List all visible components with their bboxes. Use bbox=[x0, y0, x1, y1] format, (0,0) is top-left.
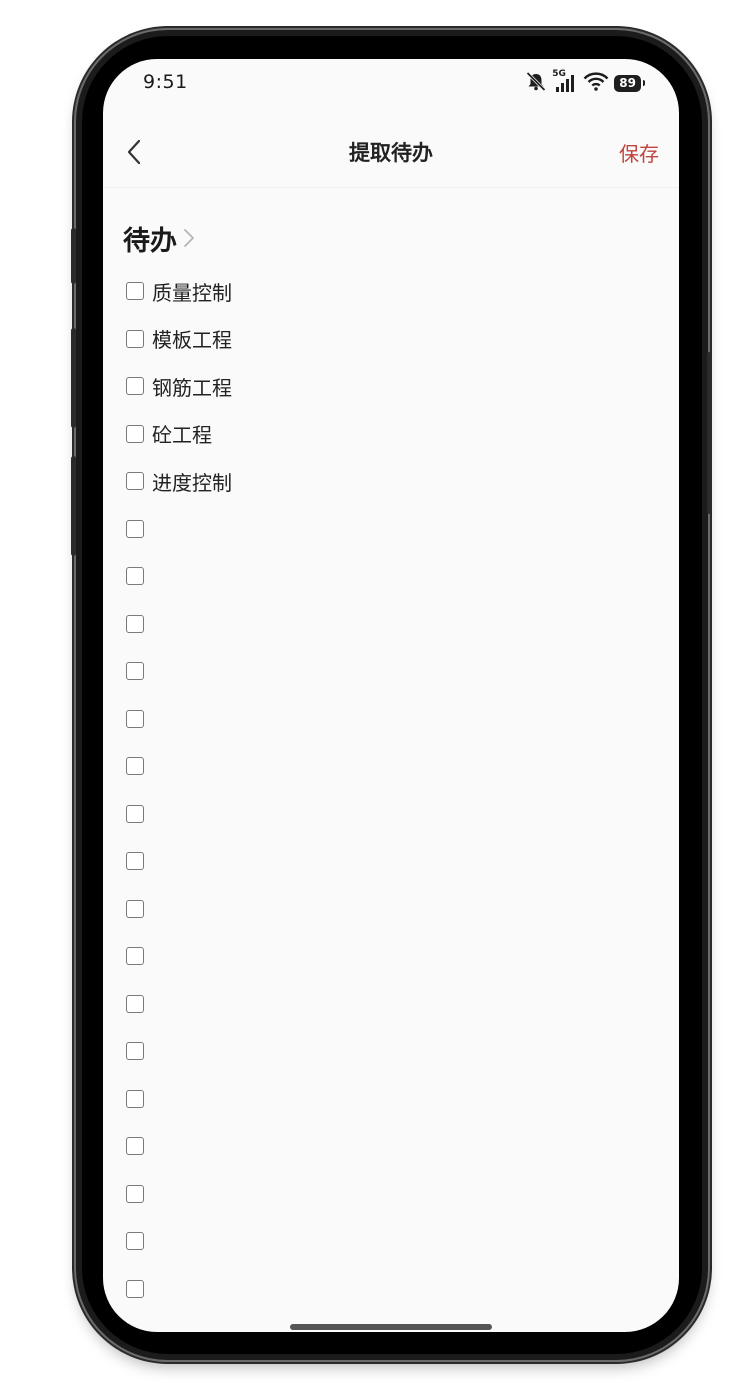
list-item[interactable] bbox=[126, 1085, 152, 1113]
checkbox[interactable] bbox=[126, 662, 144, 680]
list-item-label: 模板工程 bbox=[152, 328, 232, 352]
list-item[interactable] bbox=[126, 942, 152, 970]
checkbox[interactable] bbox=[126, 329, 144, 348]
list-item[interactable] bbox=[126, 800, 152, 828]
phone-screen: 9:51 5G 89 提取待办 保存 待办 质量控制 模板工程 钢筋工程 砼工程… bbox=[103, 59, 679, 1332]
checkbox[interactable] bbox=[126, 899, 144, 918]
checkbox[interactable] bbox=[126, 994, 144, 1013]
status-icons: 5G 89 bbox=[525, 69, 645, 95]
status-bar: 9:51 5G 89 bbox=[103, 59, 679, 109]
list-item[interactable] bbox=[126, 1180, 152, 1208]
list-item[interactable] bbox=[126, 752, 152, 780]
mute-icon bbox=[525, 71, 547, 95]
checkbox[interactable] bbox=[126, 519, 144, 538]
list-item[interactable] bbox=[126, 705, 152, 733]
checkbox[interactable] bbox=[126, 424, 144, 443]
wifi-icon bbox=[583, 71, 609, 95]
checkbox[interactable] bbox=[126, 282, 144, 300]
checkbox[interactable] bbox=[126, 1279, 144, 1298]
volume-down-button bbox=[71, 456, 76, 556]
list-item[interactable]: 质量控制 bbox=[126, 277, 232, 305]
list-item[interactable] bbox=[126, 847, 152, 875]
checkbox[interactable] bbox=[126, 567, 144, 585]
list-item[interactable]: 钢筋工程 bbox=[126, 372, 232, 400]
checkbox[interactable] bbox=[126, 709, 144, 728]
list-item[interactable] bbox=[126, 990, 152, 1018]
list-item[interactable] bbox=[126, 1037, 152, 1065]
page-title: 提取待办 bbox=[349, 141, 433, 165]
checkbox[interactable] bbox=[126, 757, 144, 775]
checkbox[interactable] bbox=[126, 852, 144, 870]
checkbox[interactable] bbox=[126, 1042, 144, 1060]
checkbox[interactable] bbox=[126, 1184, 144, 1203]
list-item[interactable] bbox=[126, 1132, 152, 1160]
list-item-label: 砼工程 bbox=[152, 423, 212, 447]
action-button bbox=[71, 228, 76, 284]
list-item[interactable] bbox=[126, 657, 152, 685]
power-button bbox=[707, 352, 712, 514]
checkbox[interactable] bbox=[126, 614, 144, 633]
list-item[interactable] bbox=[126, 610, 152, 638]
list-item-label: 质量控制 bbox=[152, 280, 232, 305]
list-item[interactable] bbox=[126, 1275, 152, 1303]
list-item[interactable] bbox=[126, 515, 152, 543]
checkbox[interactable] bbox=[126, 804, 144, 823]
list-item[interactable] bbox=[126, 1227, 152, 1255]
list-item[interactable] bbox=[126, 895, 152, 923]
checkbox[interactable] bbox=[126, 472, 144, 490]
checkbox[interactable] bbox=[126, 1232, 144, 1250]
save-button[interactable]: 保存 bbox=[619, 138, 659, 167]
status-time: 9:51 bbox=[143, 71, 188, 93]
list-item-label: 进度控制 bbox=[152, 470, 232, 495]
list-item[interactable]: 进度控制 bbox=[126, 467, 232, 495]
checkbox[interactable] bbox=[126, 1089, 144, 1108]
section-title: 待办 bbox=[123, 226, 177, 257]
checkbox[interactable] bbox=[126, 1137, 144, 1155]
list-item[interactable]: 模板工程 bbox=[126, 325, 232, 353]
list-item-label: 钢筋工程 bbox=[152, 375, 232, 400]
list-item[interactable]: 砼工程 bbox=[126, 420, 212, 448]
checkbox[interactable] bbox=[126, 377, 144, 395]
section-header-todo[interactable]: 待办 bbox=[123, 219, 196, 258]
chevron-right-icon bbox=[182, 227, 196, 253]
battery-icon: 89 bbox=[614, 74, 645, 92]
list-item[interactable] bbox=[126, 562, 152, 590]
volume-up-button bbox=[71, 328, 76, 428]
signal-icon: 5G bbox=[552, 69, 578, 94]
checkbox[interactable] bbox=[126, 947, 144, 965]
nav-bar: 提取待办 保存 bbox=[103, 119, 679, 188]
home-indicator[interactable] bbox=[290, 1324, 492, 1330]
